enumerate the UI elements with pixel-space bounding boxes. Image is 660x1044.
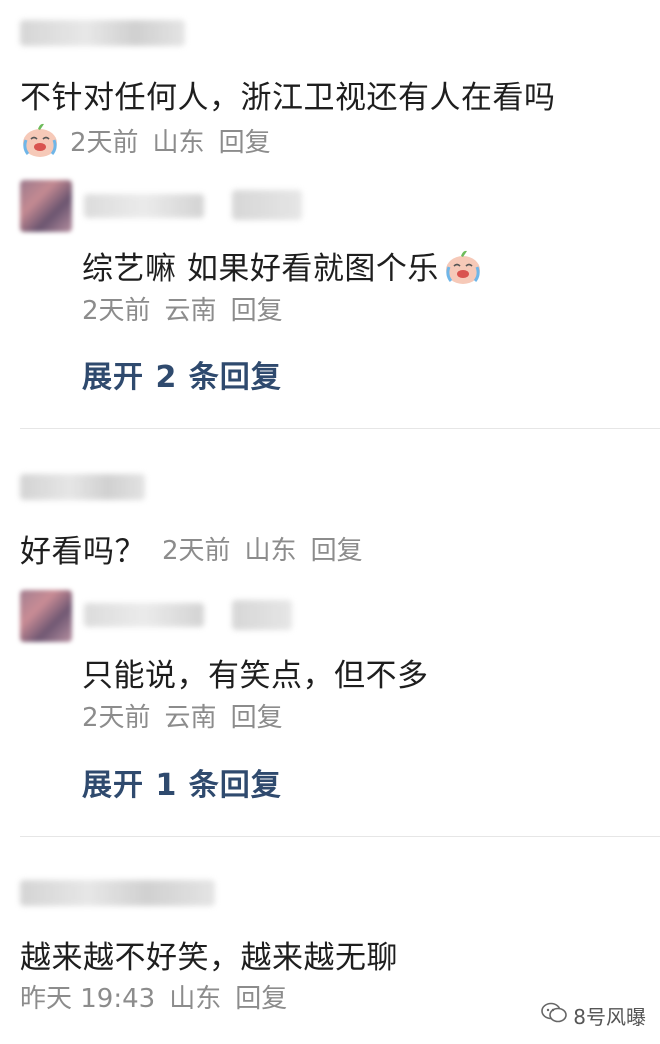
expand-replies-button[interactable]: 展开 2 条回复 [82,352,282,396]
reply-button[interactable]: 回复 [235,984,287,1014]
blurred-username-extra [232,190,302,220]
reply-text: 只能说，有笑点，但不多 [82,658,429,694]
avatar [20,590,72,642]
reply-button[interactable]: 回复 [231,703,283,733]
blurred-username-extra [232,600,292,630]
reply-meta: 2天前 云南 回复 [82,697,297,734]
reply-text: 综艺嘛 如果好看就图个乐 [82,243,483,293]
reply-meta: 2天前 云南 回复 [82,290,297,327]
reply-button[interactable]: 回复 [231,296,283,326]
comment-time: 2天前 [162,536,231,566]
comment-location: 山东 [152,128,205,158]
comment-text: 越来越不好笑，越来越无聊 [20,940,398,976]
watermark-text: 8号风曝 [573,1005,646,1029]
crying-laughing-icon [20,122,60,165]
comment-text: 不针对任何人，浙江卫视还有人在看吗 [20,80,556,116]
wechat-icon [541,1002,568,1029]
watermark: 8号风曝 [541,1001,646,1030]
comment-text-content: 好看吗？ [20,534,146,570]
blurred-username [84,603,204,627]
comment-location: 山东 [169,984,222,1014]
reply-location: 云南 [164,296,217,326]
divider [20,428,660,429]
blurred-username [84,194,204,218]
expand-replies-button[interactable]: 展开 1 条回复 [82,760,282,804]
blurred-username [20,880,215,906]
reply-button[interactable]: 回复 [219,128,271,158]
reply-location: 云南 [164,703,217,733]
crying-laughing-icon [443,249,483,293]
comment-meta: 2天前 山东 回复 [20,122,285,165]
comment-location: 山东 [244,536,297,566]
blurred-username [20,474,145,500]
comment-meta: 2天前 山东 回复 [162,530,377,567]
reply-button[interactable]: 回复 [311,536,363,566]
reply-time: 2天前 [82,296,151,326]
comment-time: 昨天 19:43 [20,984,156,1014]
divider [20,836,660,837]
reply-time: 2天前 [82,703,151,733]
reply-text-content: 综艺嘛 如果好看就图个乐 [82,251,439,287]
comment-meta: 昨天 19:43 山东 回复 [20,978,301,1015]
comment-text: 好看吗？ [20,526,146,571]
comment-time: 2天前 [70,128,139,158]
blurred-username [20,20,185,46]
avatar [20,180,72,232]
